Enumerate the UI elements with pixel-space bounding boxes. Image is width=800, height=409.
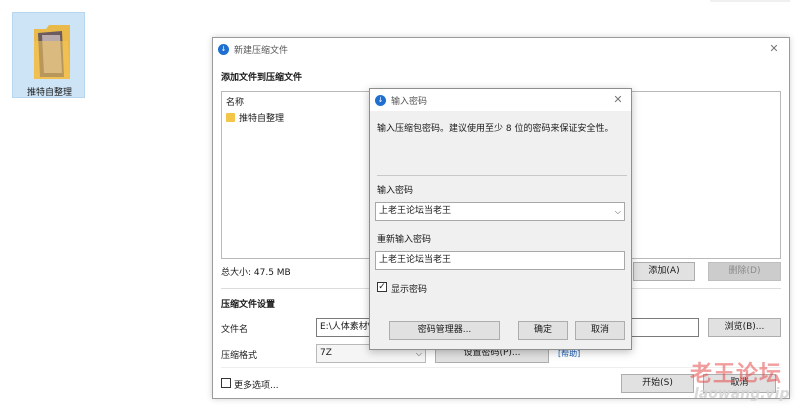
repeat-password-input[interactable]: 上老王论坛当老王 — [375, 251, 625, 270]
repeat-password-label: 重新输入密码 — [377, 235, 432, 245]
watermark-text: 老王论坛 — [690, 361, 783, 387]
browse-button[interactable]: 浏览(B)... — [708, 318, 781, 337]
password-dialog: ↓ 输入密码 ✕ 输入压缩包密码。建议使用至少 8 位的密码来保证安全性。 输入… — [369, 88, 632, 350]
app-logo-icon: ↓ — [375, 94, 386, 106]
app-logo-icon: ↓ — [218, 43, 229, 55]
list-item[interactable]: 推特自整理 — [226, 111, 284, 124]
filename-label: 文件名 — [221, 325, 249, 335]
password-manager-button[interactable]: 密码管理器... — [389, 321, 500, 340]
password-value: 上老王论坛当老王 — [379, 206, 452, 216]
list-header-name[interactable]: 名称 — [226, 95, 244, 108]
add-files-heading: 添加文件到压缩文件 — [221, 73, 303, 83]
desktop-folder-icon[interactable]: 推特自整理 — [12, 12, 85, 98]
format-value: 7Z — [320, 348, 332, 358]
desktop-icon-label: 推特自整理 — [26, 88, 72, 98]
list-item-label: 推特自整理 — [239, 114, 285, 124]
chevron-down-icon: ⌵ — [614, 207, 621, 216]
password-cancel-button[interactable]: 取消 — [575, 321, 625, 340]
main-titlebar: ↓ 新建压缩文件 — [213, 38, 789, 60]
watermark-url: laowang.vip — [694, 386, 790, 402]
ok-button[interactable]: 确定 — [518, 321, 568, 340]
add-button[interactable]: 添加(A) — [633, 262, 695, 281]
folder-icon — [34, 25, 70, 79]
password-titlebar: ↓ 输入密码 — [370, 89, 631, 111]
settings-heading: 压缩文件设置 — [221, 300, 276, 310]
start-button[interactable]: 开始(S) — [621, 374, 694, 393]
delete-button[interactable]: 删除(D) — [708, 262, 781, 281]
password-combo[interactable]: 上老王论坛当老王 ⌵ — [375, 202, 625, 221]
password-label: 输入密码 — [377, 186, 414, 196]
show-password-checkbox[interactable]: ✓ — [377, 282, 387, 292]
total-size: 总大小: 47.5 MB — [221, 268, 291, 278]
top-edge-line — [710, 0, 790, 2]
more-options-checkbox[interactable] — [221, 378, 231, 388]
password-close-icon[interactable]: ✕ — [611, 93, 625, 106]
main-window-title: 新建压缩文件 — [234, 45, 289, 56]
show-password-label: 显示密码 — [391, 285, 428, 295]
password-description: 输入压缩包密码。建议使用至少 8 位的密码来保证安全性。 — [377, 124, 614, 134]
folder-icon — [226, 113, 235, 122]
watermark: 老王论坛 laowang.vip — [690, 356, 790, 408]
main-close-icon[interactable]: ✕ — [767, 42, 781, 55]
format-label: 压缩格式 — [221, 351, 258, 361]
divider — [377, 175, 627, 176]
password-dialog-title: 输入密码 — [391, 96, 428, 107]
more-options-label: 更多选项... — [234, 381, 279, 391]
